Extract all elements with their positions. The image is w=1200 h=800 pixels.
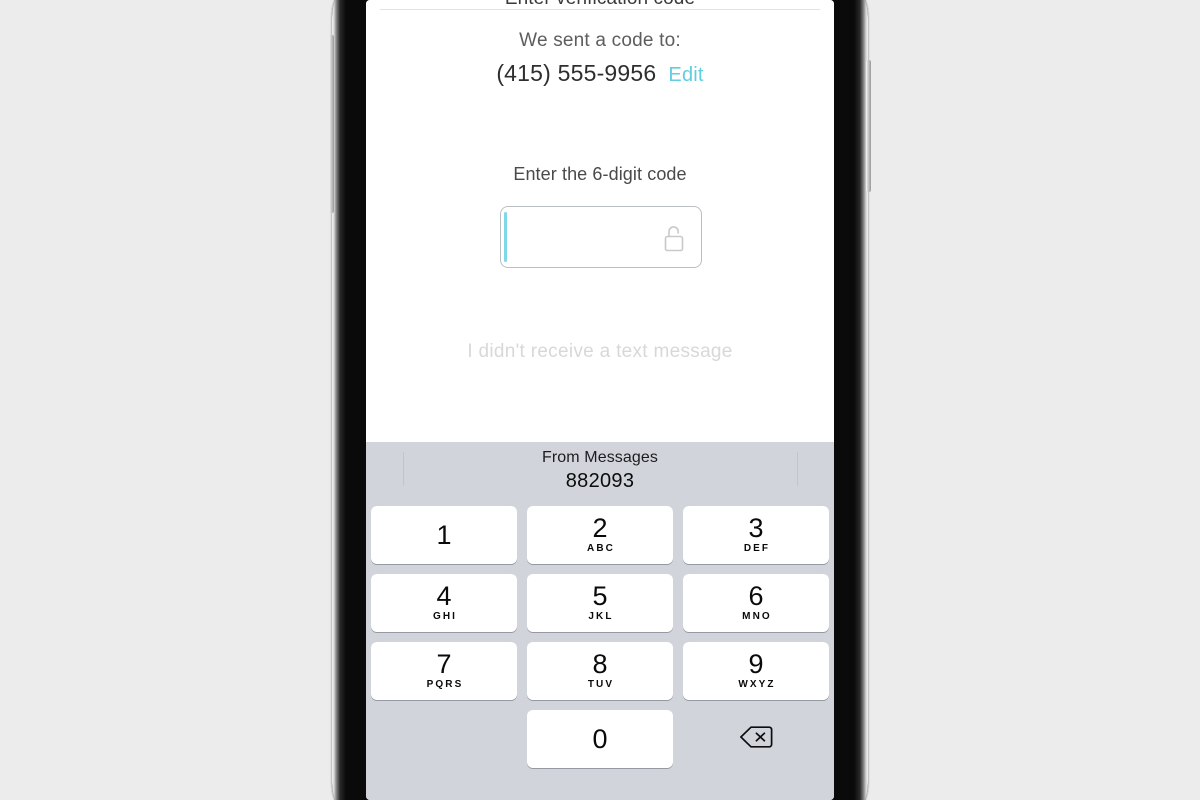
- key-4[interactable]: 4 GHI: [371, 574, 517, 632]
- key-letters: MNO: [742, 611, 772, 622]
- key-6[interactable]: 6 MNO: [683, 574, 829, 632]
- key-2[interactable]: 2 ABC: [527, 506, 673, 564]
- keypad: 1 2 ABC 3 DEF 4 GHI 5 JKL 6 MNO 7 PQRS 8…: [366, 498, 834, 798]
- backspace-delete-icon: [739, 725, 773, 754]
- phone-number-value: (415) 555-9956: [496, 60, 657, 86]
- key-letters: ABC: [587, 543, 615, 554]
- key-digit: 3: [748, 513, 764, 543]
- volume-down-button[interactable]: [329, 135, 334, 213]
- power-button[interactable]: [866, 60, 871, 192]
- key-digit: 4: [436, 581, 452, 611]
- phone-device-frame: Enter verification code We sent a code t…: [329, 0, 871, 800]
- keypad-row-1: 1 2 ABC 3 DEF: [366, 506, 834, 564]
- volume-up-button[interactable]: [329, 35, 334, 147]
- autofill-suggestion-button[interactable]: From Messages 882093: [366, 447, 834, 493]
- sent-to-label: We sent a code to:: [519, 30, 681, 51]
- verification-code-view: Enter verification code We sent a code t…: [366, 0, 834, 442]
- keypad-row-4: 0: [366, 710, 834, 768]
- autofill-suggestion-bar: From Messages 882093: [366, 442, 834, 496]
- key-digit: 9: [748, 649, 764, 679]
- key-letters: PQRS: [426, 679, 464, 690]
- suggestion-code-value: 882093: [565, 470, 635, 492]
- key-digit: 5: [592, 581, 608, 611]
- key-0[interactable]: 0: [527, 710, 673, 768]
- edit-phone-link[interactable]: Edit: [668, 64, 703, 86]
- text-caret: [504, 212, 507, 262]
- key-letters: GHI: [432, 611, 458, 622]
- numeric-keyboard: From Messages 882093 1 2 ABC 3 DEF 4 GHI…: [366, 442, 834, 800]
- key-5[interactable]: 5 JKL: [527, 574, 673, 632]
- keypad-spacer: [371, 710, 517, 768]
- key-letters: TUV: [587, 679, 615, 690]
- screenshot-stage: Enter verification code We sent a code t…: [0, 0, 1200, 800]
- key-1[interactable]: 1: [371, 506, 517, 564]
- key-digit: 8: [592, 649, 608, 679]
- key-digit: 6: [748, 581, 764, 611]
- key-letters: JKL: [588, 611, 614, 622]
- unlocked-padlock-icon: [661, 222, 687, 254]
- keypad-row-3: 7 PQRS 8 TUV 9 WXYZ: [366, 642, 834, 700]
- key-digit: 2: [592, 513, 608, 543]
- phone-screen: Enter verification code We sent a code t…: [366, 0, 834, 800]
- keypad-row-2: 4 GHI 5 JKL 6 MNO: [366, 574, 834, 632]
- didnt-receive-text-link[interactable]: I didn't receive a text message: [366, 341, 834, 363]
- key-digit: 7: [436, 649, 452, 679]
- key-9[interactable]: 9 WXYZ: [683, 642, 829, 700]
- key-8[interactable]: 8 TUV: [527, 642, 673, 700]
- verification-code-input[interactable]: [500, 206, 702, 268]
- key-digit: 0: [592, 724, 608, 754]
- key-letters: WXYZ: [738, 679, 776, 690]
- suggestion-source-label: From Messages: [542, 449, 658, 466]
- key-digit: 1: [436, 520, 452, 550]
- key-7[interactable]: 7 PQRS: [371, 642, 517, 700]
- code-field-label: Enter the 6-digit code: [513, 164, 687, 184]
- delete-key[interactable]: [683, 710, 829, 768]
- key-3[interactable]: 3 DEF: [683, 506, 829, 564]
- phone-number-row: (415) 555-9956 Edit: [366, 60, 834, 87]
- nav-divider: [380, 9, 820, 10]
- key-letters: DEF: [743, 543, 771, 554]
